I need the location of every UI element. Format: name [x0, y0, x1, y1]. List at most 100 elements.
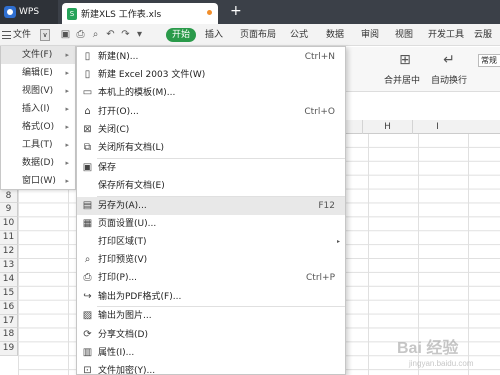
file-menu-item[interactable]: ▯ 新建 Excel 2003 文件(W) — [77, 66, 345, 84]
redo-icon[interactable]: ↷ — [120, 29, 131, 40]
column-label-i[interactable]: I — [412, 120, 462, 134]
file-menu-item-label: 页面设置(U)... — [98, 218, 157, 229]
file-menu-item[interactable]: ▭ 本机上的模板(M)... — [77, 84, 345, 102]
file-menu-panel: ▯ 新建(N)... Ctrl+N ▯ 新建 Excel 2003 文件(W) ▭ 本机上的… — [76, 46, 346, 375]
tab-review[interactable]: 审阅 — [361, 24, 379, 46]
row-number[interactable]: 8 — [0, 189, 18, 204]
file-menu-item[interactable]: ▤ 另存为(A)... F12 — [77, 196, 345, 215]
row-number[interactable]: 16 — [0, 300, 18, 315]
row-number[interactable]: 13 — [0, 259, 18, 273]
file-menu-item[interactable]: 保存所有文档(E) — [77, 177, 345, 195]
column-label-h[interactable]: H — [362, 120, 412, 134]
wrap-text-button[interactable]: 自动换行 — [431, 73, 467, 86]
image-export-icon: ▨ — [82, 310, 93, 322]
file-menu-item[interactable]: 打印区域(T) ▸ — [77, 233, 345, 251]
classic-menu-item[interactable]: 格式(O) ▸ — [1, 118, 75, 136]
wrap-text-icon[interactable]: ↵ — [440, 51, 458, 69]
submenu-arrow-icon: ▸ — [65, 177, 69, 185]
shortcut-hint: Ctrl+O — [304, 106, 335, 117]
file-menu-item[interactable]: ▦ 页面设置(U)... — [77, 215, 345, 233]
row-number[interactable]: 14 — [0, 272, 18, 287]
document-tab[interactable]: S 新建XLS 工作表.xls — [62, 3, 218, 24]
close-all-icon: ⧉ — [83, 142, 92, 153]
classic-menu-item-label: 视图(V) — [22, 86, 54, 96]
file-menu-item[interactable]: ⊠ 关闭(C) — [77, 121, 345, 139]
file-menu-item[interactable]: ⧉ 关闭所有文档(L) — [77, 139, 345, 157]
tab-home[interactable]: 开始 — [166, 28, 196, 42]
row-number[interactable]: 18 — [0, 328, 18, 343]
tab-data[interactable]: 数据 — [326, 24, 344, 46]
classic-menu-item[interactable]: 数据(D) ▸ — [1, 154, 75, 172]
classic-menu-item[interactable]: 窗口(W) ▸ — [1, 172, 75, 190]
print-preview-icon[interactable]: ⌕ — [90, 29, 101, 40]
file-menu-item[interactable]: ▥ 属性(I)... — [77, 344, 345, 362]
file-menu-item-label: 关闭(C) — [98, 124, 130, 135]
classic-menu: 文件(F) ▸ 编辑(E) ▸ 视图(V) ▸ 插入(I) ▸ 格式(O) ▸ 工具(T) ▸ 数据(D… — [0, 46, 76, 190]
classic-menu-item[interactable]: 编辑(E) ▸ — [1, 64, 75, 82]
row-number[interactable]: 12 — [0, 245, 18, 260]
file-menu-item[interactable]: ▨ 输出为图片... — [77, 307, 345, 325]
file-menu-item[interactable]: ▣ 保存 — [77, 159, 345, 177]
file-menu-item[interactable]: ▯ 新建(N)... Ctrl+N — [77, 48, 345, 66]
file-menu-item-label: 打印区域(T) — [98, 237, 147, 247]
pdf-export-icon: ↪ — [83, 290, 92, 302]
document-title: 新建XLS 工作表.xls — [81, 10, 162, 20]
unsaved-indicator-icon — [207, 10, 212, 15]
file-menu-item[interactable]: ↪ 输出为PDF格式(F)... — [77, 288, 345, 306]
shortcut-hint: F12 — [318, 200, 335, 211]
merge-center-button[interactable]: 合并居中 — [384, 73, 420, 86]
save-icon: ▣ — [82, 161, 93, 173]
row-number[interactable]: 19 — [0, 342, 18, 357]
classic-menu-item[interactable]: 工具(T) ▸ — [1, 136, 75, 154]
classic-menu-item[interactable]: 文件(F) ▸ — [1, 46, 75, 64]
file-menu-item-label: 打印(P)... — [98, 273, 138, 284]
file-menu-item[interactable]: ⎙ 打印(P)... Ctrl+P — [77, 269, 345, 287]
file-menu-item-label: 保存 — [98, 162, 117, 173]
spreadsheet-file-icon: S — [67, 7, 77, 20]
tab-insert[interactable]: 插入 — [205, 24, 223, 46]
number-format-select[interactable]: 常规 — [478, 54, 500, 67]
merge-center-icon[interactable]: ⊞ — [396, 51, 414, 69]
share-icon: ⟳ — [83, 328, 92, 340]
wps-app-name: WPS — [19, 7, 40, 17]
file-menu-dropdown-toggle[interactable]: ∨ — [40, 29, 50, 41]
menu-bar: 文件 ∨ ▣ ⎙ ⌕ ↶ ↷ ▾ 开始 插入 页面布局 公式 数据 审阅 视图 … — [0, 24, 500, 62]
new-tab-button[interactable]: + — [230, 2, 242, 20]
hamburger-icon — [2, 31, 11, 39]
tab-formulas[interactable]: 公式 — [290, 24, 308, 46]
file-menu-item[interactable]: ⌂ 打开(O)... Ctrl+O — [77, 103, 345, 121]
wps-home-tab[interactable]: WPS — [0, 0, 58, 24]
row-number[interactable]: 10 — [0, 217, 18, 232]
file-menu-button[interactable]: 文件 — [2, 24, 31, 46]
row-number[interactable]: 9 — [0, 203, 18, 218]
tab-page-layout[interactable]: 页面布局 — [240, 24, 276, 46]
file-menu-item-label: 输出为图片... — [98, 311, 152, 322]
row-number[interactable]: 15 — [0, 286, 18, 301]
tab-cloud[interactable]: 云服务 — [474, 24, 500, 62]
close-doc-icon: ⊠ — [83, 123, 92, 135]
row-number[interactable]: 17 — [0, 314, 18, 329]
classic-menu-item[interactable]: 插入(I) ▸ — [1, 100, 75, 118]
shortcut-hint: Ctrl+N — [304, 52, 335, 62]
watermark-subtext: jingyan.baidu.com — [408, 359, 474, 368]
file-menu-item-label: 关闭所有文档(L) — [98, 143, 165, 153]
wps-logo-icon — [4, 6, 16, 18]
submenu-arrow-icon: ▸ — [65, 141, 69, 149]
print-icon[interactable]: ⎙ — [75, 29, 86, 40]
file-menu-item[interactable]: ⌕ 打印预览(V) — [77, 251, 345, 269]
baidu-watermark: Bai 经验 jingyan.baidu.com — [397, 338, 474, 368]
submenu-arrow-icon: ▸ — [65, 69, 69, 77]
more-icon[interactable]: ▾ — [134, 29, 145, 40]
undo-icon[interactable]: ↶ — [105, 29, 116, 40]
classic-menu-item-label: 文件(F) — [22, 50, 53, 60]
file-menu-item[interactable]: ⊡ 文件加密(Y)... — [77, 362, 345, 375]
file-menu-label: 文件 — [13, 30, 32, 40]
new-doc-icon: ▯ — [84, 51, 91, 62]
classic-menu-item[interactable]: 视图(V) ▸ — [1, 82, 75, 100]
tab-view[interactable]: 视图 — [395, 24, 413, 46]
row-number[interactable]: 11 — [0, 231, 18, 246]
tab-developer[interactable]: 开发工具 — [428, 24, 464, 46]
file-menu-item[interactable]: ⟳ 分享文档(D) — [77, 326, 345, 344]
file-menu-item-label: 保存所有文档(E) — [98, 180, 165, 191]
save-icon[interactable]: ▣ — [60, 29, 71, 40]
